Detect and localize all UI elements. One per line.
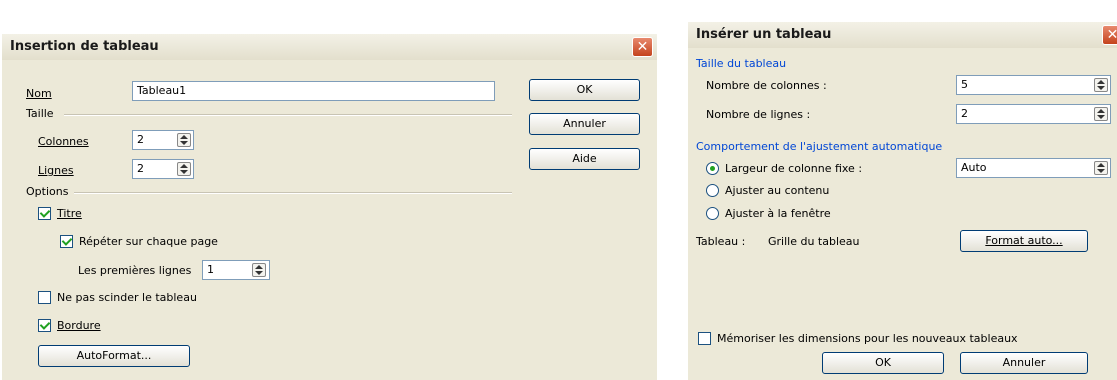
columns-label: Colonnes bbox=[38, 135, 89, 148]
ok-button[interactable]: OK bbox=[822, 352, 944, 374]
rows-spinner-icon[interactable] bbox=[1094, 107, 1108, 121]
fixed-width-input[interactable]: Auto bbox=[956, 158, 1111, 178]
fixed-width-spinner-icon[interactable] bbox=[1094, 161, 1108, 175]
autofit-section-label: Comportement de l'ajustement automatique bbox=[696, 140, 943, 153]
rows-spinner-icon[interactable] bbox=[177, 162, 191, 176]
insert-table-dialog-word: Insérer un tableau ✕ Taille du tableau N… bbox=[688, 22, 1117, 380]
close-icon: ✕ bbox=[1106, 27, 1117, 43]
cancel-button[interactable]: Annuler bbox=[529, 113, 640, 135]
close-button[interactable]: ✕ bbox=[632, 37, 653, 57]
table-style-value: Grille du tableau bbox=[768, 235, 860, 248]
first-rows-spinner-icon[interactable] bbox=[252, 263, 266, 277]
repeat-heading-label: Répéter sur chaque page bbox=[79, 235, 218, 248]
ok-button[interactable]: OK bbox=[529, 79, 640, 101]
size-separator bbox=[64, 114, 512, 116]
rows-input[interactable]: 2 bbox=[956, 104, 1111, 124]
autoformat-button[interactable]: Format auto... bbox=[960, 230, 1088, 252]
table-size-section-label: Taille du tableau bbox=[696, 57, 787, 70]
fit-window-radio[interactable] bbox=[706, 207, 719, 220]
fit-content-radio[interactable] bbox=[706, 184, 719, 197]
columns-spinner-icon[interactable] bbox=[177, 133, 191, 147]
dialog-title: Insérer un tableau bbox=[696, 27, 832, 42]
table-style-label: Tableau : bbox=[696, 235, 746, 248]
cancel-button[interactable]: Annuler bbox=[960, 352, 1088, 374]
fit-content-label: Ajuster au contenu bbox=[725, 184, 830, 197]
first-rows-label: Les premières lignes bbox=[78, 264, 192, 277]
columns-spinner-icon[interactable] bbox=[1094, 78, 1108, 92]
fixed-width-radio[interactable] bbox=[706, 162, 719, 175]
options-separator bbox=[74, 192, 512, 194]
insert-table-dialog-openoffice: Insertion de tableau ✕ Nom Tableau1 Tail… bbox=[2, 34, 657, 380]
title-bar[interactable]: Insérer un tableau ✕ bbox=[688, 22, 1117, 48]
autoformat-button[interactable]: AutoFormat... bbox=[38, 345, 190, 367]
title-checkbox-label: Titre bbox=[57, 207, 82, 220]
title-checkbox[interactable] bbox=[38, 207, 51, 220]
rows-label: Lignes bbox=[38, 164, 74, 177]
rows-label: Nombre de lignes : bbox=[706, 108, 811, 121]
title-bar[interactable]: Insertion de tableau ✕ bbox=[2, 34, 657, 60]
columns-label: Nombre de colonnes : bbox=[706, 79, 827, 92]
remember-dimensions-label: Mémoriser les dimensions pour les nouvea… bbox=[717, 332, 1018, 345]
name-input[interactable]: Tableau1 bbox=[132, 81, 495, 101]
border-checkbox-label: Bordure bbox=[57, 319, 101, 332]
close-button[interactable]: ✕ bbox=[1102, 25, 1117, 45]
close-icon: ✕ bbox=[636, 39, 649, 55]
dialog-title: Insertion de tableau bbox=[10, 39, 159, 54]
repeat-heading-checkbox[interactable] bbox=[60, 235, 73, 248]
name-label: Nom bbox=[26, 87, 52, 100]
fixed-width-label: Largeur de colonne fixe : bbox=[725, 162, 863, 175]
remember-dimensions-checkbox[interactable] bbox=[698, 332, 711, 345]
columns-input[interactable]: 5 bbox=[956, 75, 1111, 95]
size-section-label: Taille bbox=[26, 107, 54, 120]
no-split-checkbox[interactable] bbox=[38, 291, 51, 304]
no-split-label: Ne pas scinder le tableau bbox=[57, 291, 197, 304]
border-checkbox[interactable] bbox=[38, 319, 51, 332]
help-button[interactable]: Aide bbox=[529, 148, 640, 170]
options-section-label: Options bbox=[26, 185, 69, 198]
fit-window-label: Ajuster à la fenêtre bbox=[725, 207, 831, 220]
